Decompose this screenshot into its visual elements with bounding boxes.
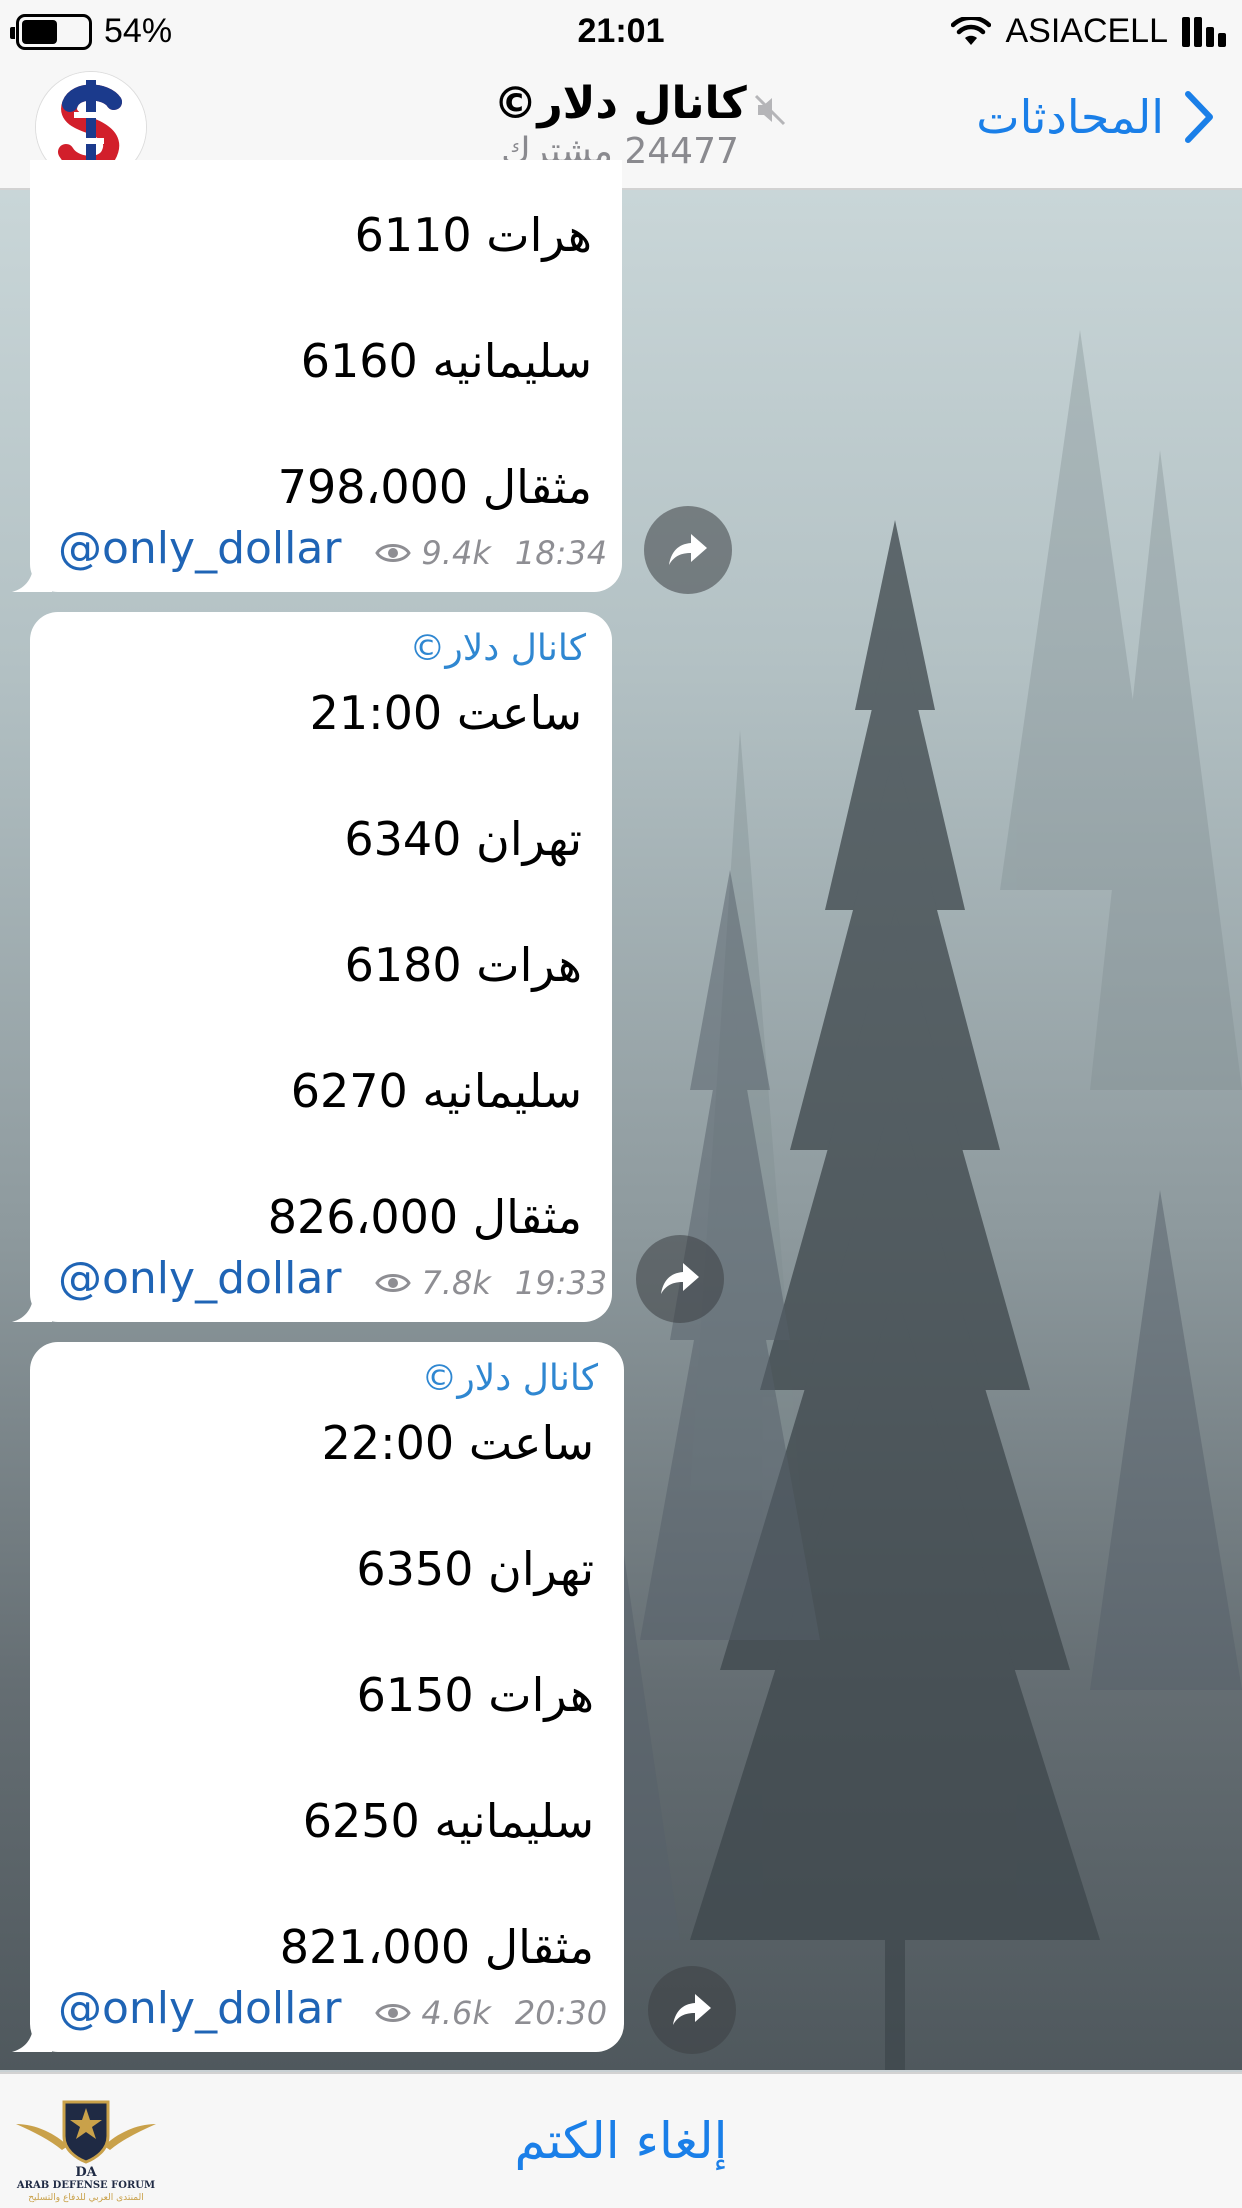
message-bubble[interactable]: كانال دلار© ساعت 21:00 تهران 6340 هرات 6… [12, 612, 612, 1322]
wifi-icon [951, 16, 992, 45]
message-meta: 7.8k 19:33 [375, 1264, 607, 1302]
message-line: تهران 6350 [356, 1542, 594, 1596]
back-button[interactable]: المحادثات [976, 90, 1214, 144]
message-line: مثقال 821،000 [279, 1920, 594, 1974]
bubble-tail [12, 1288, 52, 1322]
message-bubble[interactable]: كانال دلار© ساعت 22:00 تهران 6350 هرات 6… [12, 1342, 624, 2052]
message-meta: 4.6k 20:30 [375, 1994, 607, 2032]
signal-icon [1182, 16, 1226, 47]
message-line: سليمانيه 6250 [302, 1794, 594, 1848]
message-time: 20:30 [514, 1994, 608, 2032]
view-count: 7.8k [421, 1264, 491, 1302]
message-footer: @only_dollar 4.6k 20:30 [58, 1983, 607, 2034]
eye-icon [375, 1274, 412, 1292]
message-line: ساعت 21:00 [309, 686, 582, 740]
bubble-tail [12, 558, 52, 592]
share-arrow-icon [669, 534, 707, 565]
share-arrow-icon [661, 1263, 699, 1294]
message-line: تهران 6340 [344, 812, 582, 866]
svg-text:المنتدى العربي للدفاع والتسليح: المنتدى العربي للدفاع والتسليح [28, 2193, 143, 2203]
status-bar: 54% 21:01 ASIACELL [0, 0, 1242, 64]
share-button[interactable] [648, 1966, 736, 2054]
message-time: 18:34 [514, 534, 608, 572]
channel-link[interactable]: @only_dollar [58, 523, 341, 574]
message-line: مثقال 798،000 [277, 460, 592, 514]
bubble-tail [12, 2018, 52, 2052]
message-line: مثقال 826،000 [267, 1190, 582, 1244]
message-line: هرات 6110 [354, 208, 592, 262]
message-line: ساعت 22:00 [321, 1416, 594, 1470]
message-line: سليمانيه 6270 [290, 1064, 582, 1118]
message-line: سليمانيه 6160 [300, 334, 592, 388]
message-meta: 9.4k 18:34 [375, 534, 607, 572]
eye-icon [375, 2004, 412, 2022]
unmute-button[interactable]: إلغاء الكتم [0, 2112, 1242, 2170]
bottom-bar: DA ARAB DEFENSE FORUM المنتدى العربي للد… [0, 2072, 1242, 2208]
message-footer: @only_dollar 9.4k 18:34 [58, 523, 607, 574]
message-line: هرات 6180 [344, 938, 582, 992]
message-footer: @only_dollar 7.8k 19:33 [58, 1253, 607, 1304]
message-author[interactable]: كانال دلار© [421, 1358, 598, 1399]
chevron-left-icon [1185, 91, 1213, 143]
message-bubble[interactable]: هرات 6110 سليمانيه 6160 مثقال 798،000 @o… [12, 160, 622, 592]
view-count: 4.6k [421, 1994, 491, 2032]
view-count: 9.4k [421, 534, 491, 572]
message-line: هرات 6150 [356, 1668, 594, 1722]
carrier-name: ASIACELL [1005, 12, 1168, 50]
eye-icon [375, 544, 412, 562]
share-button[interactable] [636, 1235, 724, 1323]
back-label: المحادثات [976, 90, 1164, 144]
message-author[interactable]: كانال دلار© [409, 628, 586, 669]
share-arrow-icon [673, 1994, 711, 2025]
message-time: 19:33 [514, 1264, 608, 1302]
channel-link[interactable]: @only_dollar [58, 1983, 341, 2034]
svg-text:ARAB DEFENSE FORUM: ARAB DEFENSE FORUM [16, 2180, 155, 2191]
muted-speaker-icon [754, 94, 786, 126]
channel-link[interactable]: @only_dollar [58, 1253, 341, 1304]
share-button[interactable] [644, 506, 732, 594]
